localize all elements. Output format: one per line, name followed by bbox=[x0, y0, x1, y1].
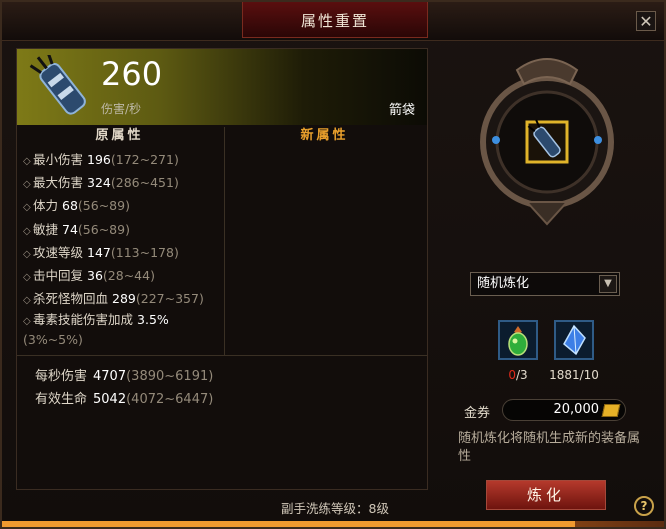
attribute-reset-window: 属性重置 ✕ 260 伤害/秒 箭袋 原属性 新属性 ◇ 最小伤害 196(172~… bbox=[0, 0, 666, 529]
attribute-row: ◇ 杀死怪物回血 289(227~357) bbox=[23, 291, 204, 307]
quiver-icon bbox=[29, 55, 86, 115]
summary-stats: 每秒伤害 4707(3890~6191) 有效生命 5042(4072~6447) bbox=[35, 365, 415, 411]
material-slot-green-gem[interactable] bbox=[498, 320, 538, 360]
material-count-green-gem: 0/3 bbox=[508, 368, 528, 382]
stats-divider bbox=[17, 355, 427, 356]
close-button[interactable]: ✕ bbox=[636, 11, 656, 31]
material-slot-blue-crystal[interactable] bbox=[554, 320, 594, 360]
chevron-down-icon[interactable]: ▼ bbox=[599, 275, 617, 293]
dps-label: 伤害/秒 bbox=[101, 102, 142, 116]
attribute-row: ◇ 击中回复 36(28~44) bbox=[23, 267, 155, 283]
diamond-icon: ◇ bbox=[23, 295, 31, 307]
attribute-row: ◇ 敏捷 74(56~89) bbox=[23, 221, 130, 237]
attribute-row: ◇ 最大伤害 324(286~451) bbox=[23, 175, 179, 191]
green-gem-icon bbox=[500, 322, 536, 358]
item-type: 箭袋 bbox=[388, 103, 415, 118]
refine-mode-select[interactable]: 随机炼化 ▼ bbox=[470, 272, 620, 296]
stat-row: 有效生命 5042(4072~6447) bbox=[35, 392, 214, 407]
material-count-blue-crystal: 1881/10 bbox=[549, 368, 599, 382]
attribute-row: ◇ 体力 68(56~89) bbox=[23, 198, 130, 214]
item-summary: 260 伤害/秒 箭袋 bbox=[17, 49, 427, 125]
attribute-row: ◇ 毒素技能伤害加成 3.5%(3%~5%) bbox=[23, 312, 169, 348]
item-slot-ornament bbox=[480, 58, 614, 226]
offhand-refine-level: 副手洗练等级：8级 bbox=[281, 501, 389, 516]
original-attributes-header: 原属性 bbox=[95, 128, 144, 143]
attribute-panel: 260 伤害/秒 箭袋 原属性 新属性 ◇ 最小伤害 196(172~271) ◇ 最… bbox=[16, 48, 428, 490]
attribute-row: ◇ 攻速等级 147(113~178) bbox=[23, 244, 179, 260]
diamond-icon: ◇ bbox=[23, 225, 31, 237]
diamond-icon: ◇ bbox=[23, 248, 31, 260]
diamond-icon: ◇ bbox=[23, 202, 31, 214]
new-attributes-header: 新属性 bbox=[300, 128, 349, 143]
gold-voucher-amount: 20,000 bbox=[502, 399, 626, 421]
column-divider bbox=[224, 127, 225, 355]
original-attribute-list: ◇ 最小伤害 196(172~271) ◇ 最大伤害 324(286~451) ◇ 体力 6… bbox=[23, 149, 223, 347]
progress-fill bbox=[2, 521, 575, 527]
diamond-icon: ◇ bbox=[23, 316, 31, 328]
gold-voucher-label: 金券 bbox=[464, 406, 491, 421]
dps-value: 260 bbox=[101, 55, 163, 93]
diamond-icon: ◇ bbox=[23, 271, 31, 283]
progress-bar bbox=[2, 521, 664, 527]
gold-voucher-icon bbox=[601, 404, 621, 417]
blue-crystal-icon bbox=[556, 322, 592, 358]
diamond-icon: ◇ bbox=[23, 156, 31, 167]
stat-row: 每秒伤害 4707(3890~6191) bbox=[35, 369, 214, 384]
window-title: 属性重置 bbox=[300, 12, 369, 30]
attribute-row: ◇ 最小伤害 196(172~271) bbox=[23, 152, 179, 167]
refine-description: 随机炼化将随机生成新的装备属性 bbox=[458, 431, 641, 464]
diamond-icon: ◇ bbox=[23, 179, 31, 191]
